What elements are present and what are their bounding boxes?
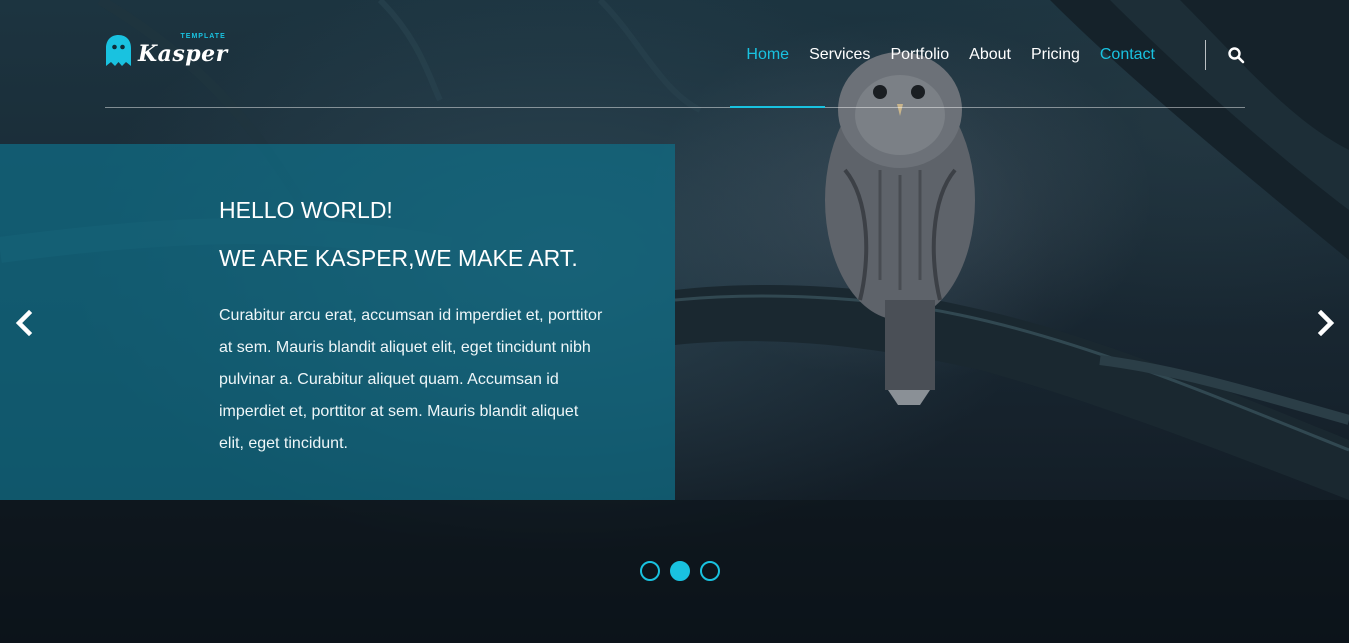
slide-body-line: elit, eget tincidunt. xyxy=(219,435,348,452)
carousel-indicators xyxy=(640,561,720,581)
brand-tagline: TEMPLATE xyxy=(180,33,226,40)
slide-body-line: at sem. Mauris blandit aliquet elit, ege… xyxy=(219,339,591,356)
slide-caption-panel: HELLO WORLD! WE ARE KASPER,WE MAKE ART. … xyxy=(0,144,675,500)
nav-active-indicator xyxy=(730,106,825,108)
slide-caption: HELLO WORLD! WE ARE KASPER,WE MAKE ART. … xyxy=(219,196,639,460)
nav-portfolio[interactable]: Portfolio xyxy=(880,44,959,66)
slide-heading-2: WE ARE KASPER,WE MAKE ART. xyxy=(219,245,578,271)
chevron-right-icon[interactable] xyxy=(1316,310,1336,336)
nav-contact[interactable]: Contact xyxy=(1090,44,1165,66)
ghost-logo-icon xyxy=(106,35,131,66)
brand-wordmark: TEMPLATE Kasper xyxy=(138,33,228,67)
carousel-dot-2[interactable] xyxy=(670,561,690,581)
nav-pricing[interactable]: Pricing xyxy=(1021,44,1090,66)
carousel-dot-3[interactable] xyxy=(700,561,720,581)
nav-about[interactable]: About xyxy=(959,44,1021,66)
brand-name: Kasper xyxy=(138,41,228,67)
main-nav: Home Services Portfolio About Pricing Co… xyxy=(736,44,1165,66)
site-header: TEMPLATE Kasper Home Services Portfolio … xyxy=(105,0,1245,108)
chevron-left-icon[interactable] xyxy=(14,310,34,336)
nav-services[interactable]: Services xyxy=(799,44,880,66)
slide-body-line: pulvinar a. Curabitur aliquet quam. Accu… xyxy=(219,371,559,388)
search-icon[interactable] xyxy=(1227,46,1245,64)
slide-body: Curabitur arcu erat, accumsan id imperdi… xyxy=(219,300,639,460)
carousel-dot-1[interactable] xyxy=(640,561,660,581)
slide-body-line: imperdiet et, porttitor at sem. Mauris b… xyxy=(219,403,579,420)
brand-logo[interactable]: TEMPLATE Kasper xyxy=(105,33,228,67)
nav-divider xyxy=(1205,40,1206,70)
slide-heading-1: HELLO WORLD! xyxy=(219,197,393,223)
nav-home[interactable]: Home xyxy=(736,44,799,66)
slide-body-line: Curabitur arcu erat, accumsan id imperdi… xyxy=(219,307,603,324)
